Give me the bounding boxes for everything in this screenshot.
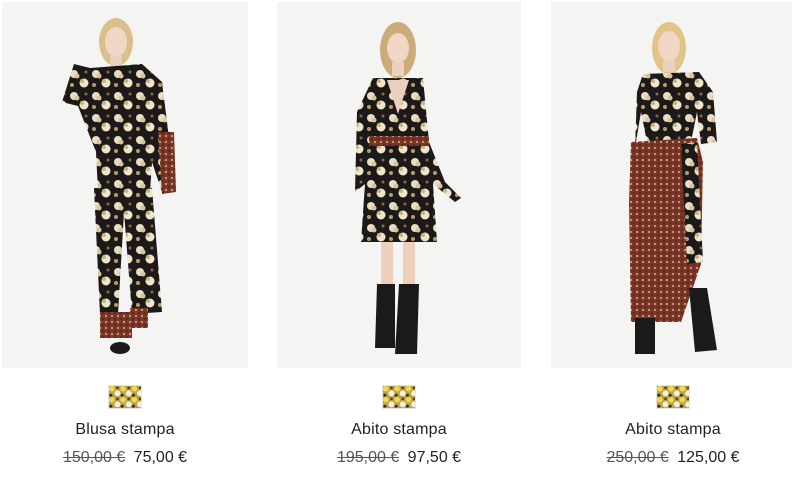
original-price: 150,00 € — [62, 449, 126, 466]
floral-print-swatch[interactable] — [656, 385, 690, 409]
sale-price: 125,00 € — [677, 449, 740, 466]
product-name[interactable]: Blusa stampa — [2, 421, 248, 439]
price-row: 250,00 € 125,00 € — [551, 449, 792, 467]
model-floral-dress-photo[interactable] — [277, 2, 521, 368]
product-card[interactable]: Blusa stampa 150,00 € 75,00 € — [2, 0, 248, 479]
floral-print-swatch[interactable] — [382, 385, 416, 409]
price-row: 150,00 € 75,00 € — [2, 449, 248, 467]
floral-print-swatch[interactable] — [108, 385, 142, 409]
price-row: 195,00 € 97,50 € — [277, 449, 521, 467]
original-price: 250,00 € — [606, 449, 669, 466]
product-grid: Blusa stampa 150,00 € 75,00 € Abito stam… — [0, 0, 792, 479]
sale-price: 75,00 € — [133, 449, 188, 466]
original-price: 195,00 € — [336, 449, 400, 466]
sale-price: 97,50 € — [407, 449, 462, 466]
model-floral-blouse-trousers-photo[interactable] — [2, 2, 248, 368]
product-name[interactable]: Abito stampa — [277, 421, 521, 439]
product-name[interactable]: Abito stampa — [551, 421, 792, 439]
product-card[interactable]: Abito stampa 250,00 € 125,00 € — [551, 0, 792, 479]
model-floral-dress-skirt-photo[interactable] — [551, 2, 792, 368]
product-card[interactable]: Abito stampa 195,00 € 97,50 € — [277, 0, 521, 479]
